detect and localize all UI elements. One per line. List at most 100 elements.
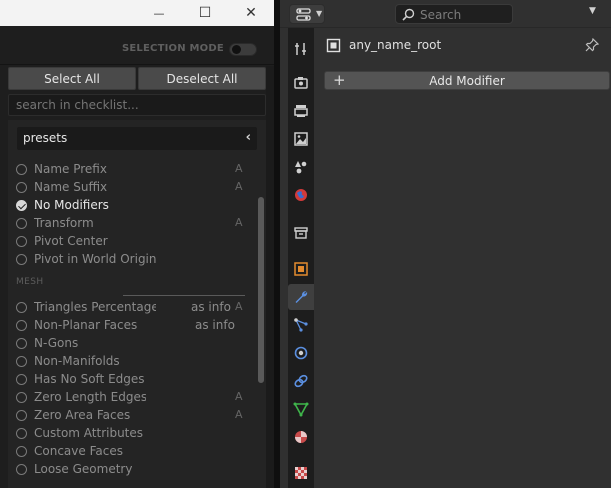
item-label: Concave Faces (34, 444, 123, 458)
scrollbar-thumb[interactable] (258, 197, 264, 383)
tab-data[interactable] (288, 396, 314, 422)
tool-icon (295, 43, 306, 55)
tab-modifiers[interactable] (288, 284, 314, 310)
tab-texture[interactable] (288, 460, 314, 486)
item-flag: A (235, 180, 243, 193)
divider (0, 64, 274, 65)
close-button[interactable]: ✕ (228, 0, 274, 26)
item-label: Zero Length Edges (34, 390, 146, 404)
list-item-loose-geometry[interactable]: Loose Geometry (8, 461, 248, 479)
object-icon (294, 262, 308, 276)
radio-icon (16, 392, 27, 403)
tab-material[interactable] (288, 424, 314, 450)
scene-icon (295, 161, 307, 174)
list-item-no-modifiers[interactable]: No Modifiers (8, 197, 248, 215)
item-label: Name Prefix (34, 162, 107, 176)
item-label: Non-Manifolds (34, 354, 120, 368)
search-icon (402, 8, 415, 24)
particles-icon (294, 318, 308, 332)
world-icon (295, 189, 307, 201)
radio-icon (16, 338, 27, 349)
list-item-non-manifolds[interactable]: Non-Manifolds (8, 353, 248, 371)
modifiers-panel: any_name_root + Add Modifier (314, 28, 611, 488)
presets-label: presets (23, 131, 68, 145)
list-item-pivot-center[interactable]: Pivot Center (8, 233, 248, 251)
tab-scene[interactable] (288, 154, 314, 180)
item-label: Triangles Percentage (34, 300, 156, 314)
item-flag: A (235, 162, 243, 175)
item-label: Custom Attributes (34, 426, 144, 440)
tab-render[interactable] (288, 70, 314, 96)
object-name: any_name_root (349, 38, 442, 52)
properties-search-input[interactable]: Search (395, 4, 513, 24)
collection-icon (294, 227, 308, 239)
item-label: Pivot Center (34, 234, 108, 248)
list-item-has-no-soft-edges[interactable]: Has No Soft Edges (8, 371, 248, 389)
tab-particles[interactable] (288, 312, 314, 338)
mesh-section-header: MESH (16, 277, 44, 287)
mesh-object-icon (326, 38, 341, 56)
item-label: Transform (34, 216, 94, 230)
minimize-button[interactable]: — (136, 0, 182, 26)
properties-header: ▼ Search ▼ (280, 0, 611, 28)
tab-world[interactable] (288, 182, 314, 208)
tab-constraints[interactable] (288, 368, 314, 394)
select-all-button[interactable]: Select All (8, 67, 136, 90)
physics-icon (294, 346, 308, 360)
item-flag: A (235, 408, 243, 421)
item-flag: A (235, 300, 243, 313)
item-flag: A (235, 216, 243, 229)
list-item-zero-area-faces[interactable]: Zero Area Faces A (8, 407, 248, 425)
radio-icon (16, 374, 27, 385)
presets-dropdown[interactable]: presets ‹ (17, 127, 257, 150)
list-item-name-prefix[interactable]: Name Prefix A (8, 161, 248, 179)
list-item-non-planar-faces[interactable]: Non-Planar Faces as info (8, 317, 248, 335)
list-item-transform[interactable]: Transform A (8, 215, 248, 233)
list-item-concave-faces[interactable]: Concave Faces (8, 443, 248, 461)
selection-buttons: Select All Deselect All (8, 67, 266, 90)
tab-collection[interactable] (288, 220, 314, 246)
list-item-name-suffix[interactable]: Name Suffix A (8, 179, 248, 197)
list-item-pivot-world-origin[interactable]: Pivot in World Origin (8, 251, 248, 269)
radio-icon (16, 182, 27, 193)
constraints-icon (294, 374, 308, 388)
properties-editor: ▼ Search ▼ any_name_root + Add Modifier (280, 0, 611, 488)
radio-icon (16, 164, 27, 175)
radio-icon (16, 410, 27, 421)
list-item-n-gons[interactable]: N-Gons (8, 335, 248, 353)
editor-type-button[interactable]: ▼ (289, 4, 325, 24)
material-icon (295, 431, 307, 443)
window-titlebar: — ☐ ✕ (0, 0, 274, 26)
item-label: Has No Soft Edges (34, 372, 145, 386)
tab-view-layer[interactable] (288, 126, 314, 152)
item-label: No Modifiers (34, 198, 109, 212)
add-modifier-button[interactable]: + Add Modifier (324, 71, 610, 90)
checklist-panel: — ☐ ✕ SELECTION MODE Select All Deselect… (0, 0, 274, 488)
list-item-zero-length-edges[interactable]: Zero Length Edges A (8, 389, 248, 407)
pin-icon[interactable] (585, 37, 600, 55)
list-item-custom-attributes[interactable]: Custom Attributes (8, 425, 248, 443)
item-info: as info (195, 318, 235, 332)
maximize-icon: ☐ (198, 5, 212, 21)
checklist-search-input[interactable] (8, 94, 266, 116)
column-divider (123, 295, 245, 296)
tab-tool[interactable] (288, 36, 314, 62)
item-label: Name Suffix (34, 180, 108, 194)
wrench-icon (295, 291, 308, 303)
deselect-all-button[interactable]: Deselect All (138, 67, 266, 90)
chevron-left-icon: ‹ (245, 130, 251, 145)
selection-mode-label: SELECTION MODE (122, 43, 224, 54)
tab-object[interactable] (288, 256, 314, 282)
radio-icon (16, 320, 27, 331)
tab-physics[interactable] (288, 340, 314, 366)
list-item-triangles-percentage[interactable]: Triangles Percentage as info A (8, 299, 248, 317)
options-chevron-down-icon[interactable]: ▼ (589, 6, 596, 16)
search-placeholder: Search (420, 8, 462, 22)
maximize-button[interactable]: ☐ (182, 0, 228, 26)
radio-icon (16, 356, 27, 367)
properties-tabs (288, 28, 314, 488)
chevron-down-icon: ▼ (316, 9, 323, 18)
tab-output[interactable] (288, 98, 314, 124)
selection-mode-toggle[interactable] (229, 43, 257, 56)
output-icon (294, 105, 308, 117)
